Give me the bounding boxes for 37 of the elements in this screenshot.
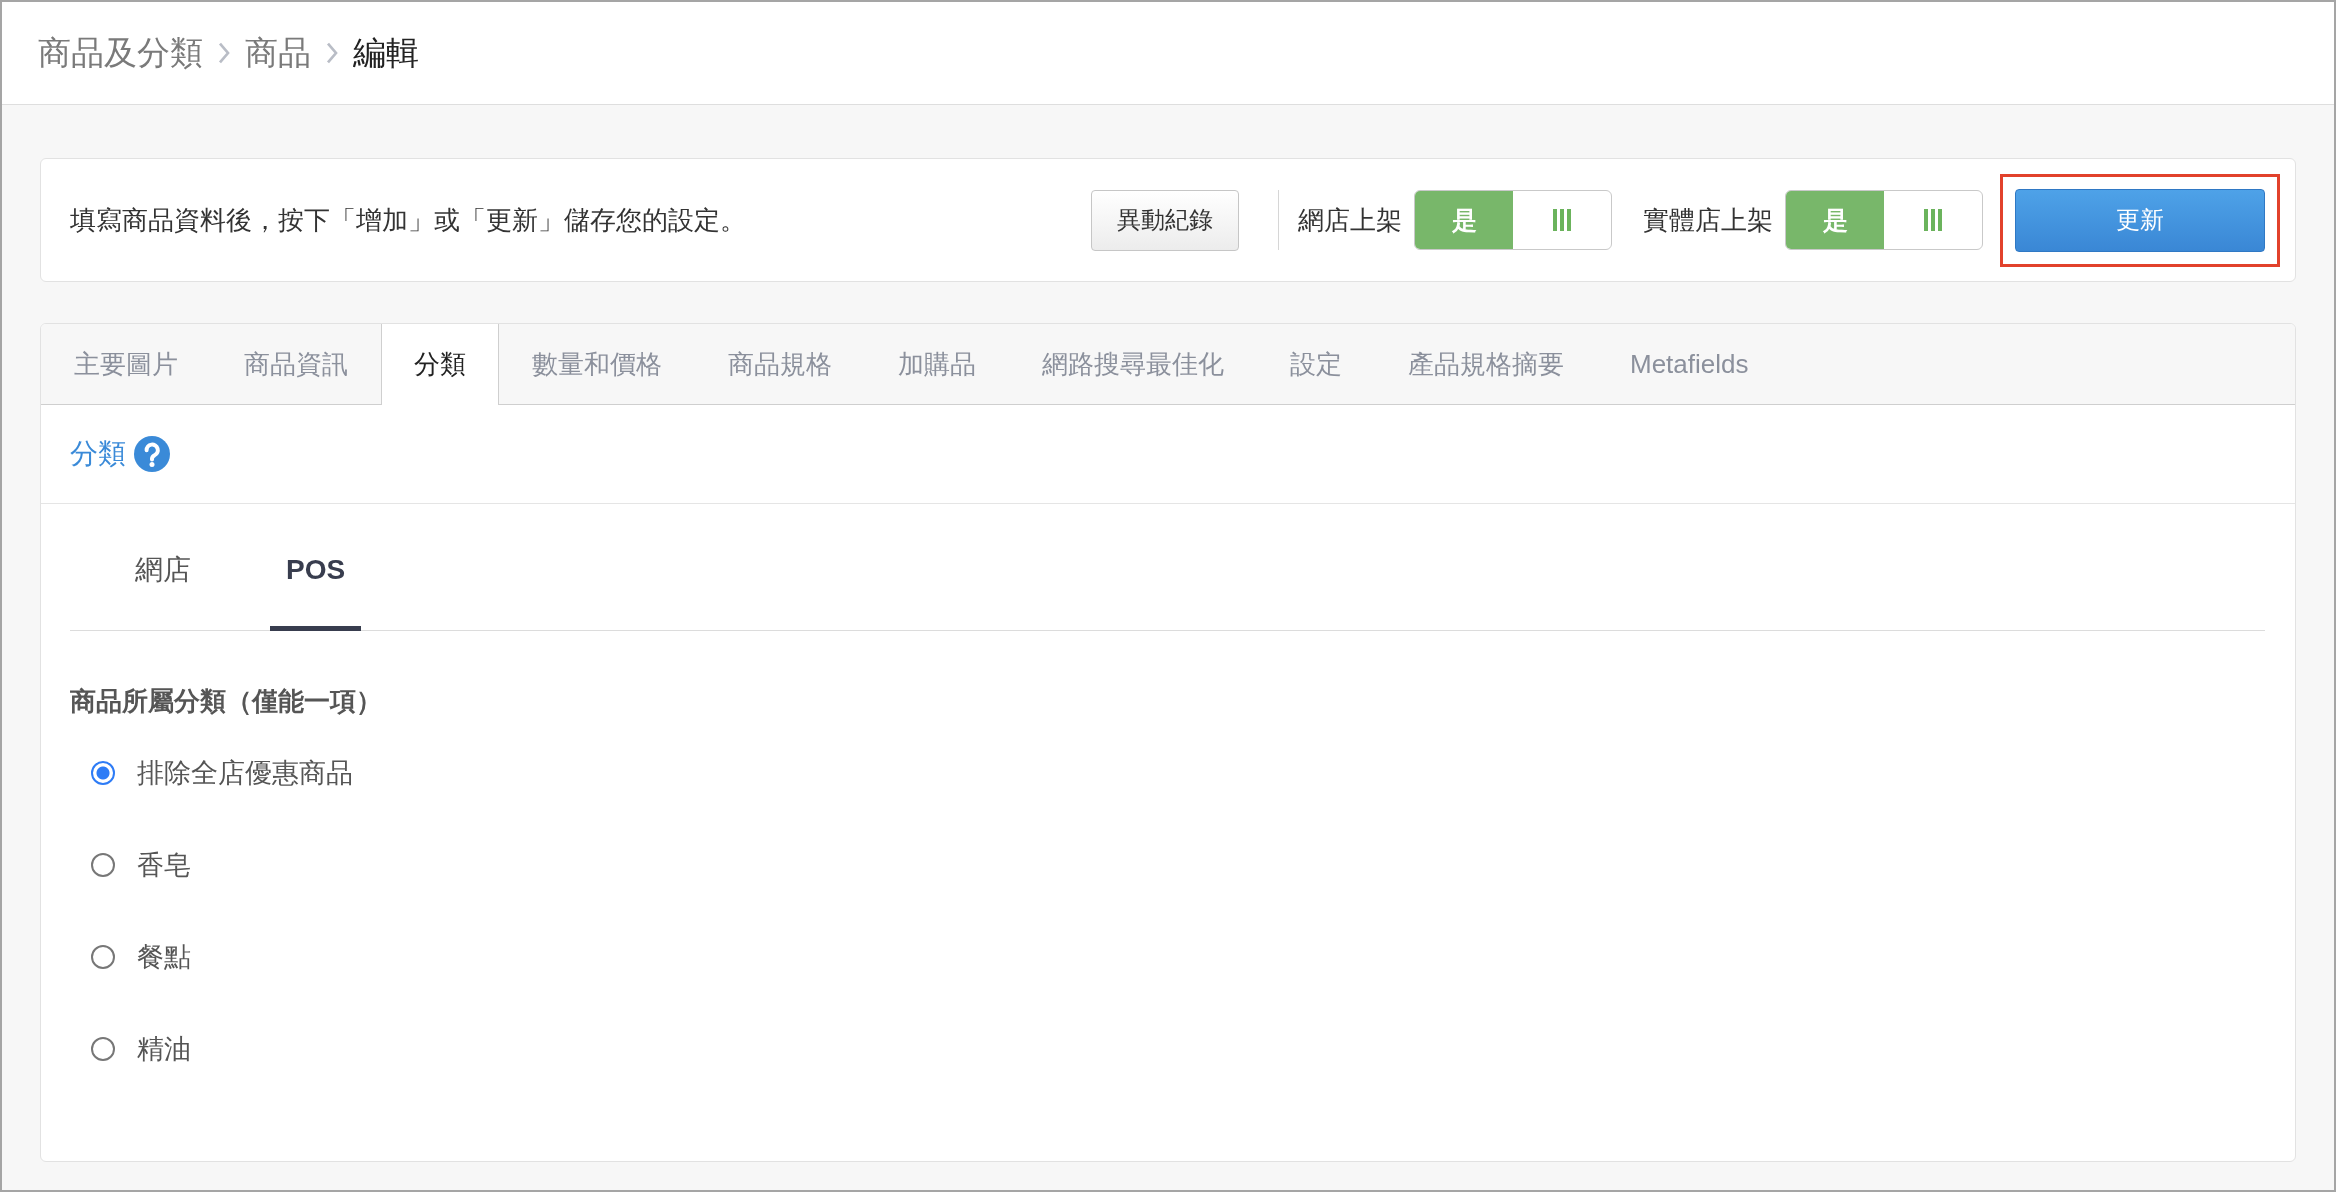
option-label: 香皂 [137,849,191,882]
section-title: 分類 [70,437,126,471]
radio-button[interactable] [91,761,115,785]
notice-message: 填寫商品資料後，按下「增加」或「更新」儲存您的設定。 [70,203,746,237]
option-label: 餐點 [137,941,191,974]
channel-tab[interactable]: 網店 [119,538,207,631]
radio-button[interactable] [91,853,115,877]
tab[interactable]: 商品規格 [695,324,865,405]
channel-tab[interactable]: POS [270,538,362,631]
tab[interactable]: 加購品 [865,324,1009,405]
radio-button[interactable] [91,1037,115,1061]
toggle-switch[interactable]: 是 [1414,190,1612,250]
switch-label: 網店上架 [1298,203,1402,237]
chevron-right-icon [325,41,339,65]
help-icon[interactable] [134,436,170,472]
option-label: 精油 [137,1033,191,1066]
tab[interactable]: Metafields [1597,324,1782,405]
tab[interactable]: 數量和價格 [499,324,695,405]
radio-button[interactable] [91,945,115,969]
grip-bars-icon [1553,209,1571,231]
history-button[interactable]: 異動紀錄 [1091,189,1239,251]
tab[interactable]: 商品資訊 [211,324,381,405]
tab[interactable]: 網路搜尋最佳化 [1009,324,1257,405]
breadcrumb-link[interactable]: 商品及分類 [38,30,203,76]
tab[interactable]: 設定 [1257,324,1375,405]
option-label: 排除全店優惠商品 [137,757,353,790]
update-button[interactable]: 更新 [2015,188,2265,252]
tab[interactable]: 主要圖片 [41,324,211,405]
field-label: 商品所屬分類（僅能一項） [70,685,383,718]
chevron-right-icon [217,41,231,65]
grip-bars-icon [1924,209,1942,231]
switch-label: 實體店上架 [1643,203,1773,237]
breadcrumb-link[interactable]: 商品 [245,30,311,76]
breadcrumb-current: 編輯 [353,32,419,73]
toggle-switch[interactable]: 是 [1785,190,1983,250]
tab[interactable]: 產品規格摘要 [1375,324,1597,405]
tab[interactable]: 分類 [381,324,499,405]
